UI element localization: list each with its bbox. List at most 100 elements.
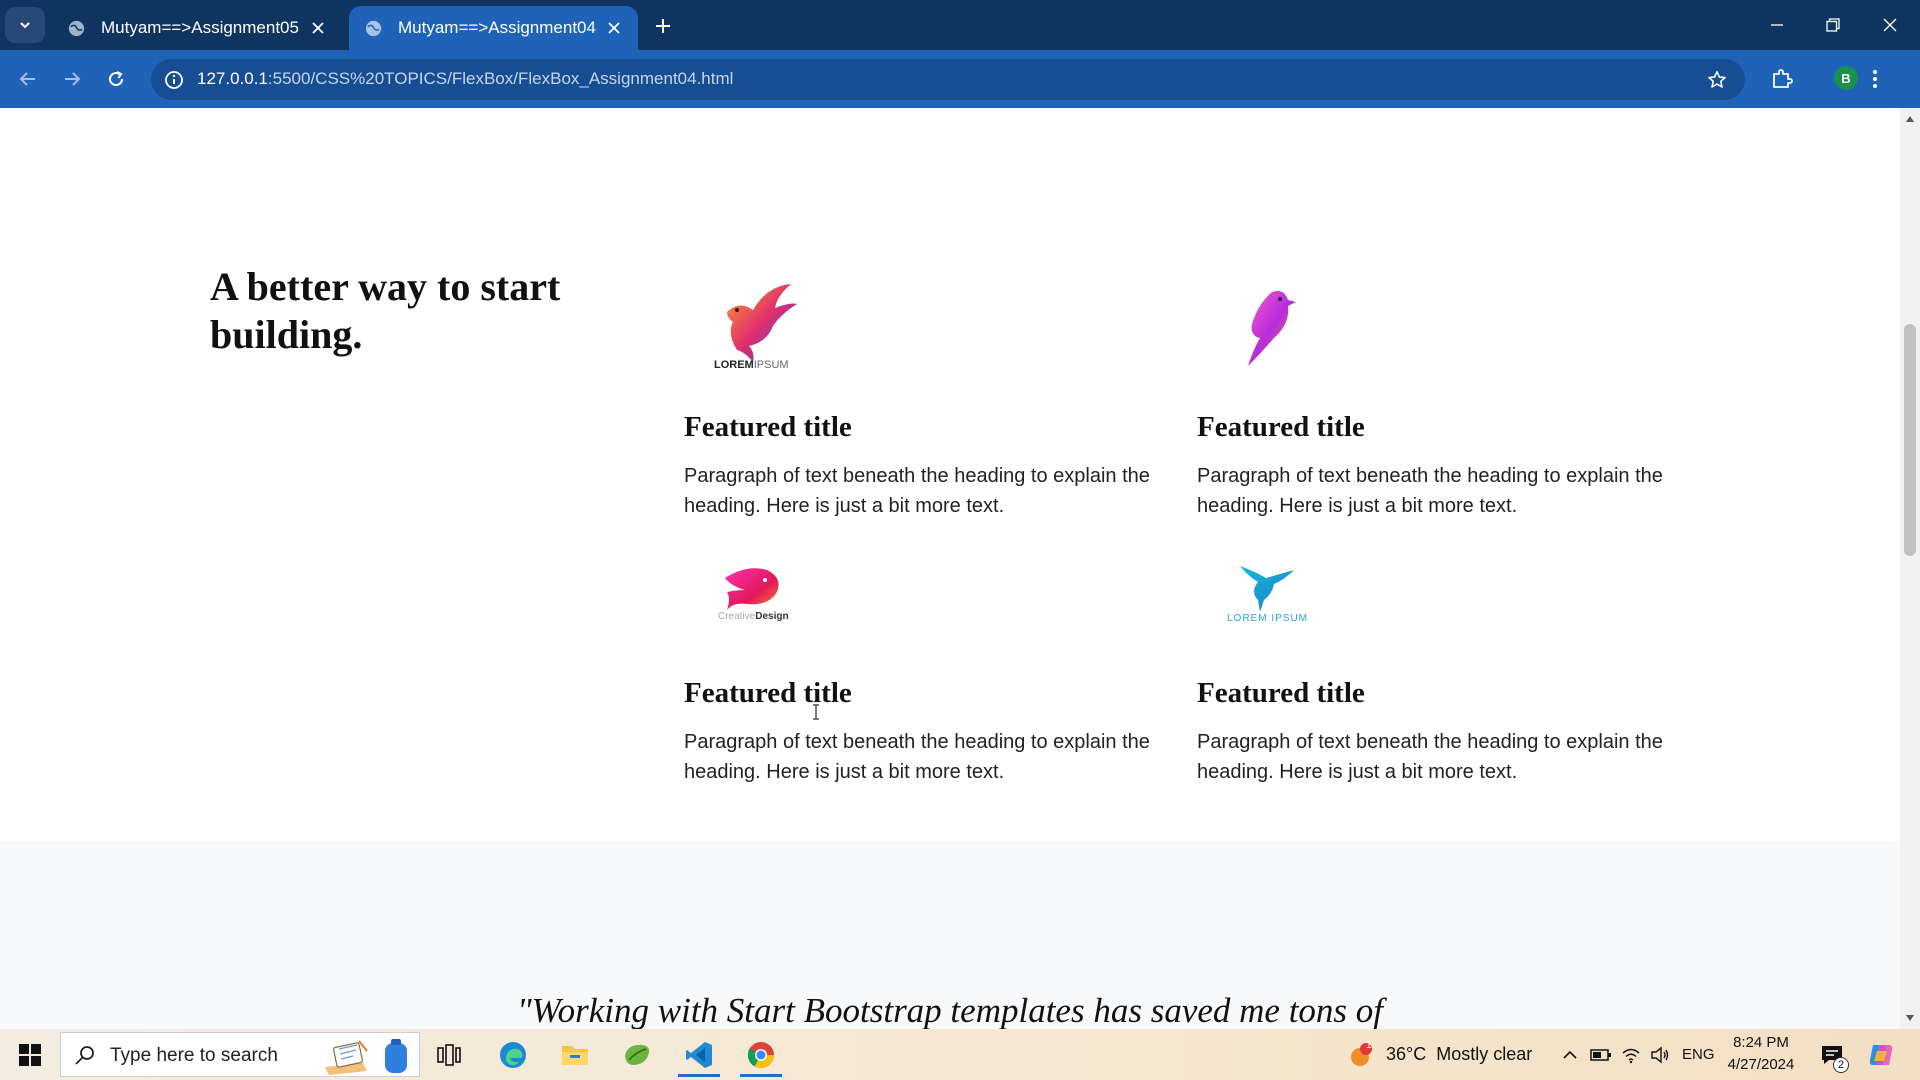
address-bar[interactable]: 127.0.0.1:5500/CSS%20TOPICS/FlexBox/Flex… [151,59,1745,100]
scroll-down-arrow[interactable] [1904,1013,1916,1023]
triangle-down-icon [1906,1015,1914,1021]
spring-tool-app[interactable] [608,1032,666,1077]
text-cursor-icon [813,704,819,720]
tab-assignment05[interactable]: Mutyam==>Assignment05 [52,6,342,50]
feature-title: Featured title [1197,411,1365,443]
vscode-icon [686,1041,712,1068]
hummingbird-logo [1197,527,1333,663]
feature-card: LOREM IPSUM Featured title Paragraph of … [1197,527,1667,787]
profile-avatar[interactable]: B [1834,66,1858,90]
plus-icon [656,19,670,33]
vscode-app[interactable] [670,1032,728,1077]
feature-text: Paragraph of text beneath the heading to… [1197,465,1663,517]
feature-title: Featured title [684,677,852,709]
tab-label: Mutyam==>Assignment05 [101,18,299,37]
minimize-icon [1771,24,1783,26]
weather-text: 36°C Mostly clear [1386,1044,1533,1064]
testimonial-quote: "Working with Start Bootstrap templates … [516,991,1384,1029]
restore-button[interactable] [1805,5,1861,45]
back-button[interactable] [11,62,45,96]
task-view-icon [437,1043,461,1066]
reload-button[interactable] [99,62,133,96]
site-info-button[interactable] [160,66,188,94]
new-tab-button[interactable] [648,11,678,41]
chrome-app[interactable] [732,1032,790,1077]
close-icon [1883,18,1897,32]
clock[interactable]: 8:24 PM 4/27/2024 [1716,1032,1806,1076]
search-icon [75,1046,94,1065]
edge-icon [500,1041,526,1068]
section-heading: A better way to start building. [210,264,561,357]
search-highlight-illustration [325,1039,407,1075]
clock-date: 4/27/2024 [1727,1056,1795,1073]
page-scrollbar[interactable] [1900,108,1920,1029]
tab-label: Mutyam==>Assignment04 [398,18,596,37]
page-viewport: A better way to start building. LOREMIPS… [0,108,1900,1029]
parrot-logo [1197,261,1333,397]
chevron-up-icon [1563,1050,1577,1059]
feature-card: LOREMIPSUM Featured title Paragraph of t… [684,261,1154,521]
chevron-down-icon [20,22,30,29]
language-indicator[interactable]: ENG [1682,1029,1715,1080]
feature-card: Featured title Paragraph of text beneath… [1197,261,1667,521]
extensions-button[interactable] [1765,62,1799,96]
chrome-icon [747,1041,775,1068]
notifications-button[interactable]: 2 [1817,1029,1849,1080]
copilot-button[interactable] [1864,1029,1898,1080]
wifi-icon [1622,1048,1640,1063]
battery-indicator[interactable] [1589,1029,1613,1080]
tab-assignment04[interactable]: Mutyam==>Assignment04 [349,6,638,50]
forward-button[interactable] [55,62,89,96]
info-icon [165,71,183,89]
url-text[interactable]: 127.0.0.1:5500/CSS%20TOPICS/FlexBox/Flex… [197,69,733,89]
tab-close-button[interactable] [600,14,628,42]
tab-close-button[interactable] [304,14,332,42]
weather-widget[interactable]: 1 36°C Mostly clear [1346,1029,1532,1080]
show-hidden-icons-button[interactable] [1558,1029,1582,1080]
feature-text: Paragraph of text beneath the heading to… [684,465,1150,517]
weather-badge: 1 [1366,1040,1372,1051]
logo-text: LOREM [714,359,754,371]
feature-text: Paragraph of text beneath the heading to… [684,731,1150,783]
url-host: 127.0.0.1 [197,69,268,88]
arrow-left-icon [19,72,35,86]
edge-app[interactable] [484,1032,542,1077]
volume-indicator[interactable] [1648,1029,1672,1080]
scroll-thumb[interactable] [1904,324,1916,556]
speaker-icon [1651,1046,1669,1063]
chrome-menu-button[interactable] [1860,62,1890,96]
bookmark-button[interactable] [1703,66,1731,94]
close-window-button[interactable] [1862,5,1918,45]
logo-text: Design [755,611,789,622]
start-button[interactable] [0,1029,60,1080]
star-icon [1708,71,1726,88]
arrow-right-icon [65,72,81,86]
tab-search-button[interactable] [5,7,45,43]
search-placeholder: Type here to search [110,1045,278,1066]
task-view-button[interactable] [420,1032,478,1077]
logo-text: IPSUM [753,359,789,371]
globe-icon [68,20,85,36]
scroll-up-arrow[interactable] [1904,114,1916,124]
feature-title: Featured title [1197,677,1365,709]
network-indicator[interactable] [1619,1029,1643,1080]
puzzle-icon [1773,69,1793,88]
folder-icon [562,1045,588,1065]
feature-card: CreativeDesign Featured title Paragraph … [684,527,1154,787]
features-section: A better way to start building. LOREMIPS… [0,108,1900,841]
bird-logo [684,261,820,397]
feature-title: Featured title [684,411,852,443]
restore-icon [1826,18,1840,32]
close-icon [312,22,324,34]
clock-time: 8:24 PM [1733,1034,1789,1051]
file-explorer-app[interactable] [546,1032,604,1077]
tab-strip: Mutyam==>Assignment05 Mutyam==>Assignmen… [0,0,1920,50]
taskbar-search[interactable]: Type here to search [60,1032,420,1077]
battery-icon [1590,1048,1611,1061]
url-path: :5500/CSS%20TOPICS/FlexBox/FlexBox_Assig… [267,69,734,88]
leaf-icon [625,1044,650,1065]
minimize-button[interactable] [1749,5,1805,45]
more-vertical-icon [1873,70,1877,88]
fish-logo [684,527,820,663]
reload-icon [109,71,124,87]
